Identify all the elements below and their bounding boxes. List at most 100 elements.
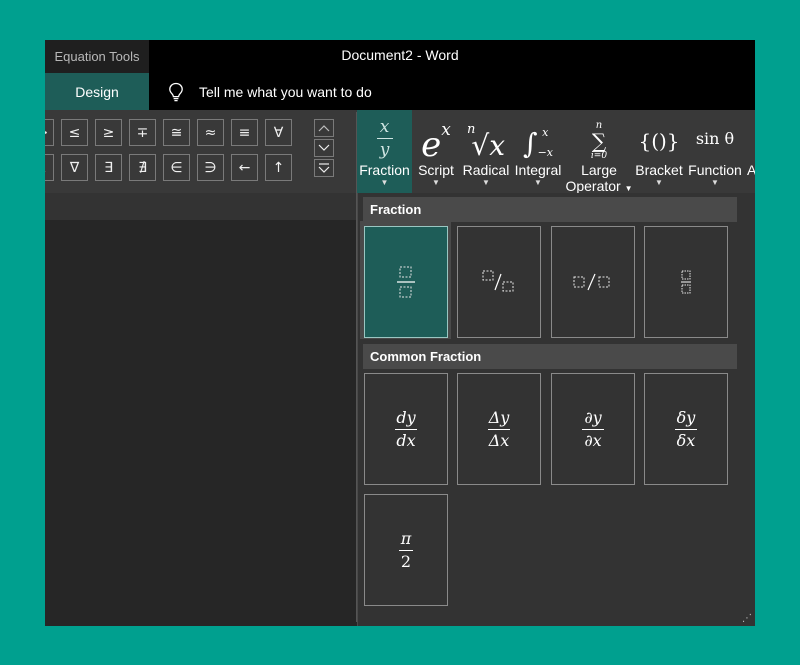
- symbol-much-greater[interactable]: ≫: [45, 119, 54, 146]
- expand-gallery-icon: [318, 163, 330, 173]
- symbol-exists[interactable]: ∃: [95, 154, 122, 181]
- denominator: ∂x: [584, 430, 602, 450]
- function-caret-icon: ▼: [711, 178, 719, 187]
- tile-pi-over-2[interactable]: π2: [364, 494, 448, 606]
- large-operator-caret-icon: ▼: [624, 184, 633, 193]
- integral-icon-upper: x: [542, 126, 549, 139]
- symbol-almost-equal[interactable]: ≈: [197, 119, 224, 146]
- document-area[interactable]: [45, 220, 357, 626]
- numerator: δy: [676, 407, 696, 427]
- symbols-more-button[interactable]: [314, 159, 334, 177]
- numerator: ∂y: [584, 407, 602, 427]
- tile-delta-y-delta-x[interactable]: Δy Δx: [457, 373, 541, 485]
- script-icon: e x: [416, 110, 456, 162]
- tile-small-fraction[interactable]: [644, 226, 728, 338]
- tile-dy-dx[interactable]: dy dx: [364, 373, 448, 485]
- tab-design[interactable]: Design: [45, 73, 149, 110]
- bracket-caret-icon: ▼: [655, 178, 663, 187]
- large-operator-label-line2: Operator: [565, 178, 621, 194]
- symbols-gallery: ≫ ≤ ≥ ∓ ≅ ≈ ≡ ∀ ∆ ∇ ∃ ∄ ∈ ∋ ← ↑: [45, 119, 293, 181]
- function-icon-glyph: sin θ: [695, 129, 735, 148]
- bracket-button[interactable]: {()} Bracket ▼: [635, 110, 683, 193]
- symbol-element-of[interactable]: ∈: [163, 154, 190, 181]
- bracket-icon: {()}: [635, 110, 683, 162]
- integral-icon-lower: −x: [537, 146, 553, 159]
- radical-label: Radical: [462, 162, 510, 178]
- symbol-left-arrow[interactable]: ←: [231, 154, 258, 181]
- symbol-for-all[interactable]: ∀: [265, 119, 292, 146]
- symbols-scroll: [314, 119, 334, 179]
- chevron-down-icon: [318, 144, 330, 151]
- fraction-icon-num: x: [379, 116, 390, 137]
- fraction-button[interactable]: x y Fraction ▼: [357, 110, 412, 196]
- radical-icon-body: √x: [471, 129, 505, 162]
- tile-stacked-fraction[interactable]: [364, 226, 448, 338]
- function-label: Function: [688, 162, 742, 178]
- tile-linear-fraction[interactable]: [551, 226, 635, 338]
- large-operator-button[interactable]: n ∑ i=0 Large Operator ▼: [565, 110, 633, 194]
- symbol-greater-equal[interactable]: ≥: [95, 119, 122, 146]
- symbol-up-arrow[interactable]: ↑: [265, 154, 292, 181]
- numerator: Δy: [488, 407, 510, 427]
- tab-bar: Design Tell me what you want to do: [45, 73, 755, 110]
- symbol-less-equal[interactable]: ≤: [61, 119, 88, 146]
- symbol-nabla[interactable]: ∇: [61, 154, 88, 181]
- tile-skewed-fraction[interactable]: [457, 226, 541, 338]
- script-caret-icon: ▼: [432, 178, 440, 187]
- chevron-up-icon: [318, 125, 330, 132]
- tell-me-text: Tell me what you want to do: [199, 83, 372, 100]
- fraction-label: Fraction: [359, 162, 410, 178]
- symbol-congruent[interactable]: ≅: [163, 119, 190, 146]
- script-label: Script: [418, 162, 454, 178]
- function-button[interactable]: sin θ Function ▼: [686, 110, 744, 193]
- radical-caret-icon: ▼: [482, 178, 490, 187]
- numerator: π: [400, 528, 412, 548]
- section-header-common-fraction: Common Fraction: [363, 344, 737, 369]
- tile-partial-y-partial-x[interactable]: ∂y ∂x: [551, 373, 635, 485]
- script-icon-base: e: [421, 125, 442, 165]
- bracket-label: Bracket: [635, 162, 683, 178]
- symbol-contains[interactable]: ∋: [197, 154, 224, 181]
- symbol-identical[interactable]: ≡: [231, 119, 258, 146]
- fraction-icon-den: y: [379, 140, 390, 161]
- lightbulb-icon: [165, 81, 187, 103]
- radical-icon: n √x: [462, 110, 510, 162]
- symbol-minus-plus[interactable]: ∓: [129, 119, 156, 146]
- skewed-fraction-icon: [482, 270, 514, 292]
- accent-button[interactable]: A: [747, 110, 755, 193]
- fraction-icon: x y: [357, 110, 412, 162]
- integral-caret-icon: ▼: [534, 178, 542, 187]
- integral-button[interactable]: ∫ x −x Integral ▼: [513, 110, 563, 193]
- script-button[interactable]: e x Script ▼: [416, 110, 456, 193]
- word-window: Equation Tools Document2 - Word Design T…: [45, 40, 755, 626]
- fraction-pi-over-2: π2: [399, 530, 413, 570]
- large-operator-label-line1: Large: [581, 162, 617, 178]
- denominator: Δx: [488, 430, 510, 450]
- section-header-fraction: Fraction: [363, 197, 737, 222]
- fraction-gallery: Fraction Common Fraction dy dx Δy Δx ∂y …: [357, 193, 755, 626]
- script-icon-sup: x: [441, 120, 451, 140]
- integral-icon: ∫ x −x: [513, 110, 563, 162]
- large-operator-icon-sym: ∑: [591, 129, 607, 153]
- symbols-scroll-down[interactable]: [314, 139, 334, 157]
- fraction-caret-icon: ▼: [380, 178, 389, 187]
- tile-small-delta-y-delta-x[interactable]: δy δx: [644, 373, 728, 485]
- fraction-delta-y-delta-x: Δy Δx: [488, 409, 510, 449]
- bracket-icon-glyph: {()}: [638, 129, 680, 153]
- radical-button[interactable]: n √x Radical ▼: [462, 110, 510, 193]
- tell-me-search[interactable]: Tell me what you want to do: [165, 73, 372, 110]
- fraction-small-delta-y-delta-x: δy δx: [675, 409, 697, 449]
- resize-grip-icon[interactable]: ⋰: [742, 614, 752, 624]
- denominator: dx: [396, 430, 416, 450]
- title-bar: Equation Tools Document2 - Word: [45, 40, 755, 73]
- integral-label: Integral: [514, 162, 562, 178]
- small-fraction-icon: [681, 270, 691, 294]
- fraction-partial-y-partial-x: ∂y ∂x: [582, 409, 604, 449]
- symbols-scroll-up[interactable]: [314, 119, 334, 137]
- symbol-increment[interactable]: ∆: [45, 154, 54, 181]
- large-operator-icon-lower: i=0: [590, 151, 608, 161]
- ribbon-group-footer: [45, 193, 357, 220]
- symbol-not-exists[interactable]: ∄: [129, 154, 156, 181]
- accent-label: A: [747, 162, 755, 178]
- document-title: Document2 - Word: [341, 47, 459, 63]
